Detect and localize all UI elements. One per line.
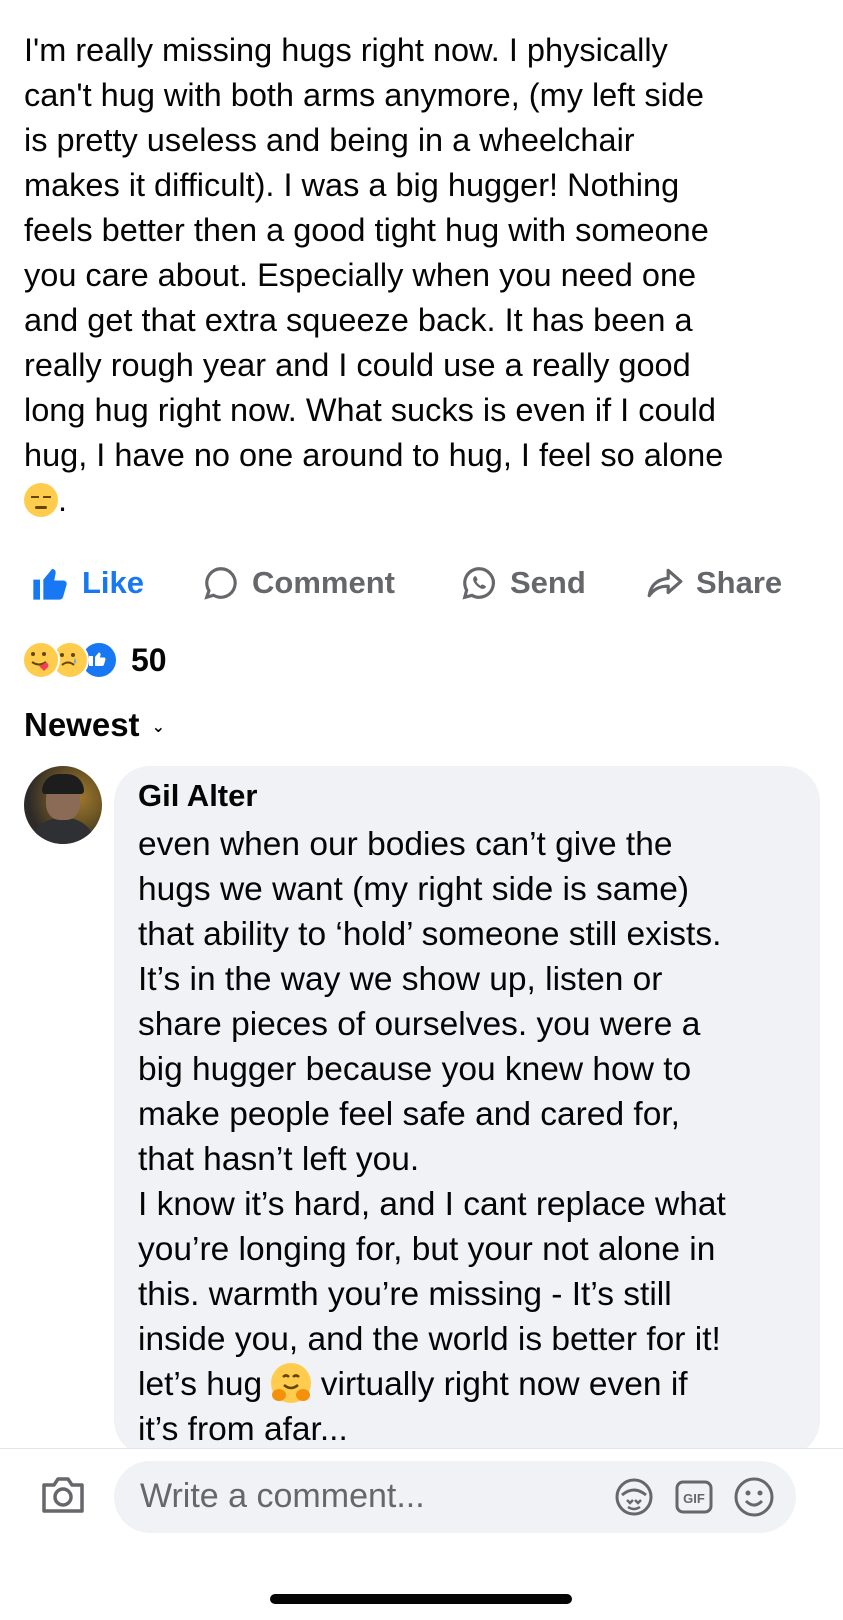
comment-input[interactable]: Write a comment... GIF	[114, 1461, 796, 1533]
svg-text:GIF: GIF	[683, 1491, 705, 1506]
send-button[interactable]: Send	[460, 558, 586, 608]
emoji-icon[interactable]	[732, 1475, 776, 1519]
chevron-down-icon: ⌄	[151, 719, 165, 736]
gif-icon[interactable]: GIF	[672, 1475, 716, 1519]
like-label: Like	[82, 565, 145, 600]
share-button[interactable]: Share	[646, 558, 782, 608]
hugging-face-icon	[271, 1363, 312, 1403]
send-label: Send	[510, 565, 586, 600]
avatar-sticker-icon[interactable]	[612, 1475, 656, 1519]
post-action-bar: Like Comment Send Share	[0, 558, 843, 608]
care-reaction-icon	[22, 641, 60, 679]
pensive-face-icon	[24, 483, 58, 517]
comment-bubble-icon	[204, 567, 237, 600]
share-arrow-icon	[647, 568, 683, 598]
post-text: I'm really missing hugs right now. I phy…	[24, 28, 824, 523]
thumbs-up-icon	[33, 568, 67, 600]
comment-input-placeholder: Write a comment...	[140, 1477, 425, 1515]
camera-icon[interactable]	[40, 1475, 86, 1515]
whatsapp-send-icon	[462, 567, 495, 600]
sort-label: Newest	[24, 706, 140, 743]
share-label: Share	[696, 565, 783, 600]
comment-button[interactable]: Comment	[202, 558, 395, 608]
post-body: I'm really missing hugs right now. I phy…	[24, 32, 724, 473]
avatar[interactable]	[24, 766, 102, 844]
like-button[interactable]: Like	[30, 558, 144, 608]
comment-sort-dropdown[interactable]: Newest ⌄	[24, 706, 165, 744]
reaction-count: 50	[131, 641, 167, 678]
comment-author[interactable]: Gil Alter	[138, 778, 257, 814]
reaction-summary[interactable]: 50	[22, 640, 167, 680]
post-trailing-period: .	[58, 482, 68, 518]
comment-text-part-1: even when our bodies can’t give the hugs…	[138, 826, 726, 1403]
comment-bubble: Gil Alter even when our bodies can’t giv…	[114, 766, 820, 1456]
comment-text: even when our bodies can’t give the hugs…	[138, 822, 818, 1452]
comment-label: Comment	[252, 565, 395, 600]
comment-composer: Write a comment... GIF	[0, 1448, 843, 1541]
home-indicator[interactable]	[270, 1594, 572, 1604]
